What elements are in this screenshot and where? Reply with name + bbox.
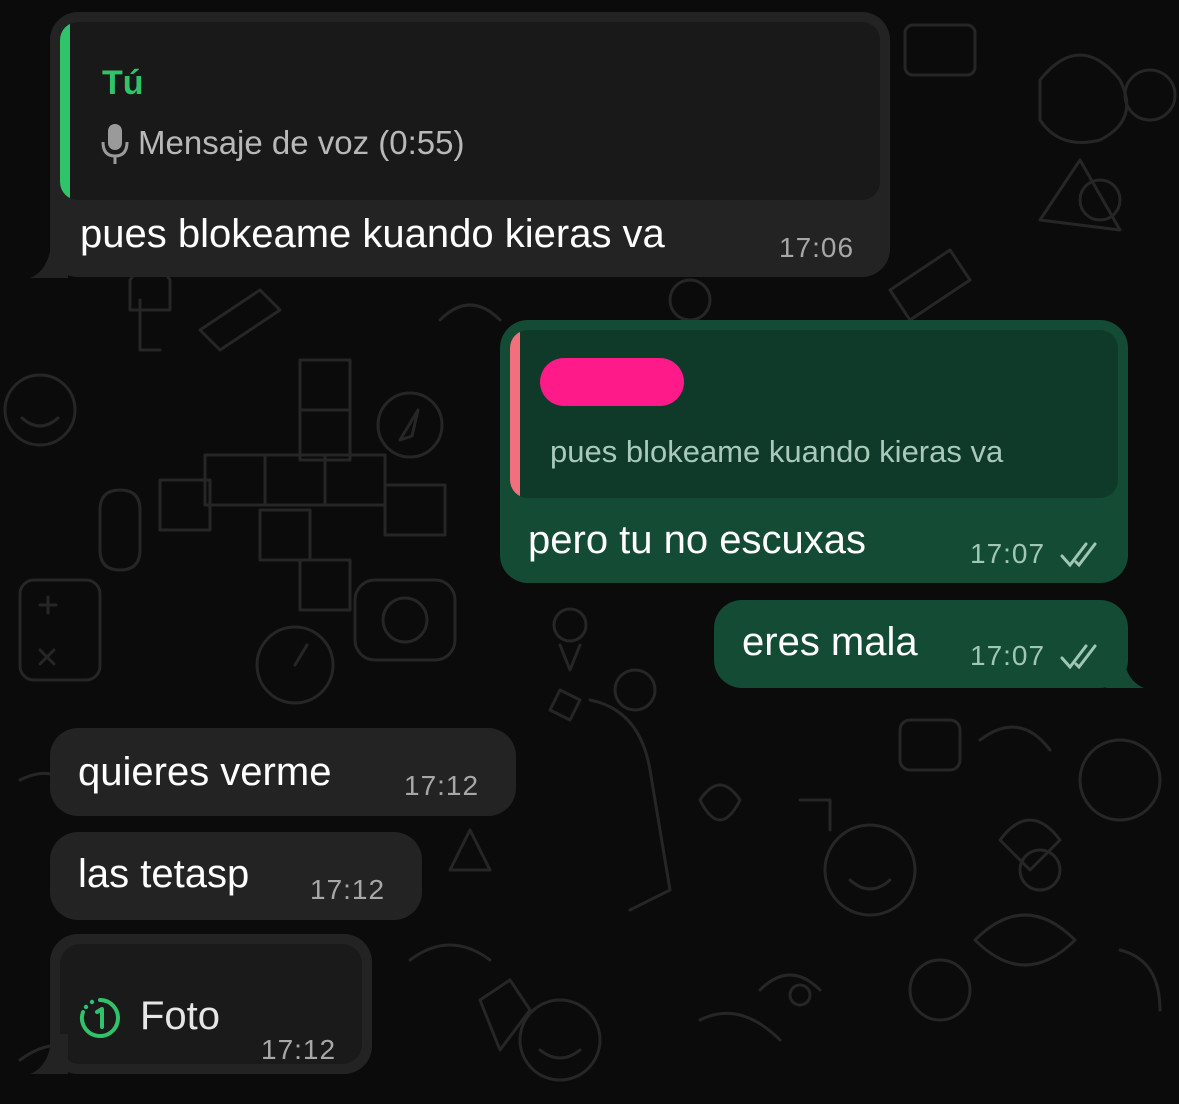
message-text: las tetasp bbox=[78, 852, 250, 896]
view-once-media[interactable]: Foto 17:12 bbox=[60, 944, 362, 1065]
message-timestamp: 17:06 bbox=[779, 232, 855, 263]
view-once-icon bbox=[79, 998, 120, 1038]
quote-accent-bar bbox=[60, 22, 70, 200]
media-label: Foto bbox=[140, 994, 221, 1038]
bubble-tail-incoming bbox=[30, 238, 68, 278]
quoted-message[interactable]: Tú Mensaje de voz (0:55) bbox=[60, 22, 880, 200]
bubble-tail-incoming bbox=[30, 1034, 68, 1074]
bubble-tail-outgoing bbox=[1106, 648, 1144, 688]
quoted-message[interactable]: pues blokeame kuando kieras va bbox=[510, 330, 1118, 498]
double-check-icon bbox=[1060, 644, 1097, 670]
message-timestamp: 17:07 bbox=[970, 640, 1046, 671]
message-bubble-incoming[interactable]: las tetasp 17:12 bbox=[50, 832, 422, 920]
message-bubble-outgoing[interactable]: pues blokeame kuando kieras va pero tu n… bbox=[500, 320, 1128, 583]
quote-sender-name: Tú bbox=[102, 64, 144, 102]
quote-text: pues blokeame kuando kieras va bbox=[550, 434, 1004, 469]
message-bubble-incoming[interactable]: quieres verme 17:12 bbox=[50, 728, 516, 816]
message-timestamp: 17:07 bbox=[970, 538, 1046, 569]
message-bubble-outgoing[interactable]: eres mala 17:07 bbox=[714, 600, 1128, 688]
message-bubble-incoming[interactable]: Foto 17:12 bbox=[50, 934, 372, 1074]
message-text: quieres verme bbox=[78, 750, 332, 794]
microphone-icon bbox=[100, 122, 130, 166]
message-bubble-incoming[interactable]: Tú Mensaje de voz (0:55) pues blokeame k… bbox=[50, 12, 890, 277]
double-check-icon bbox=[1060, 542, 1097, 568]
message-text: pero tu no escuxas bbox=[528, 518, 866, 562]
redacted-sender-name bbox=[540, 358, 684, 406]
message-text: pues blokeame kuando kieras va bbox=[80, 212, 665, 256]
message-timestamp: 17:12 bbox=[310, 874, 386, 905]
quote-accent-bar bbox=[510, 330, 520, 498]
message-text: eres mala bbox=[742, 620, 918, 664]
message-timestamp: 17:12 bbox=[261, 1034, 337, 1065]
quote-text: Mensaje de voz (0:55) bbox=[138, 124, 465, 161]
message-timestamp: 17:12 bbox=[404, 770, 480, 801]
